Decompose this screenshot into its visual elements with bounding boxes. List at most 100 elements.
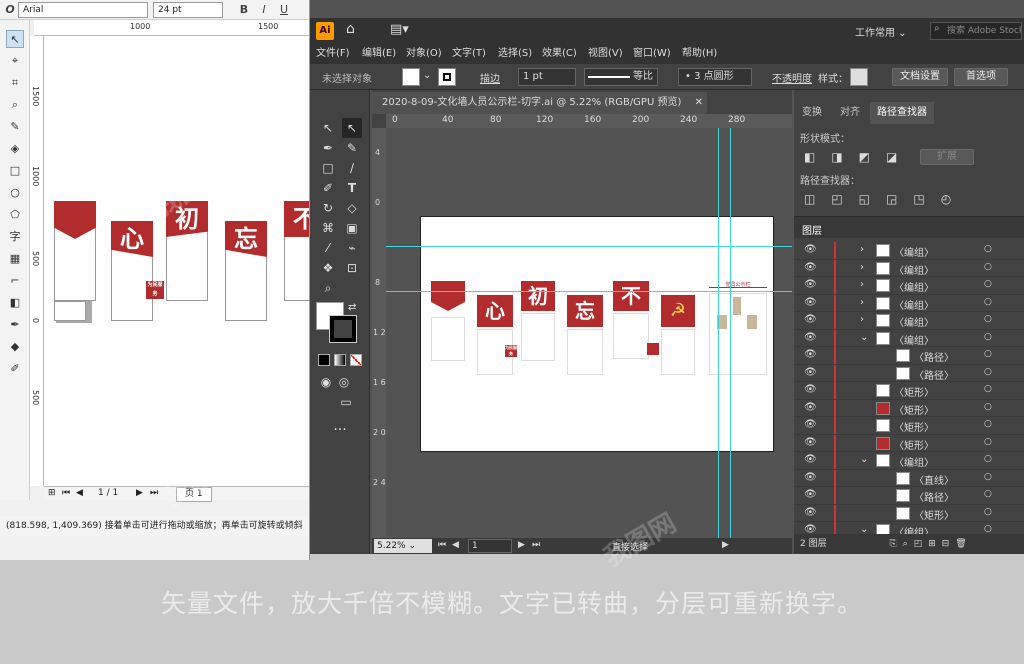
- layer-row[interactable]: 👁 〈路径〉 ○: [794, 364, 1024, 382]
- connector-tool-icon[interactable]: ⌐: [6, 272, 24, 290]
- eye-icon[interactable]: 👁: [804, 402, 817, 413]
- color-mode-icon[interactable]: [318, 354, 330, 366]
- more-tools-icon[interactable]: ···: [330, 420, 350, 440]
- menu-effect[interactable]: 效果(C): [542, 44, 577, 64]
- guide-horizontal[interactable]: [386, 291, 792, 292]
- layer-row[interactable]: 👁 › 〈编组〉 ○: [794, 312, 1024, 330]
- eye-icon[interactable]: 👁: [804, 367, 817, 378]
- zoom-tool-icon[interactable]: ⌕: [318, 278, 338, 298]
- none-mode-icon[interactable]: [350, 354, 362, 366]
- pathfinder-icons[interactable]: ◫◰◱◲◳◴: [804, 192, 967, 206]
- eye-icon[interactable]: 👁: [804, 454, 817, 465]
- font-name-select[interactable]: Arial: [18, 2, 148, 18]
- stroke-swatch[interactable]: [438, 68, 456, 86]
- menu-select[interactable]: 选择(S): [498, 44, 532, 64]
- tab-align[interactable]: 对齐: [832, 102, 868, 124]
- menu-type[interactable]: 文字(T): [452, 44, 486, 64]
- tab-transform[interactable]: 变换: [794, 102, 830, 124]
- add-page-icon[interactable]: ⊞: [48, 487, 56, 500]
- artboard-number-input[interactable]: 1: [468, 539, 512, 553]
- expand-arrow-icon[interactable]: ⌄: [860, 454, 868, 465]
- layer-row[interactable]: 👁 ⌄ 〈编组〉 ○: [794, 452, 1024, 470]
- close-tab-icon[interactable]: ✕: [695, 97, 703, 108]
- draw-normal-icon[interactable]: ◉: [316, 372, 336, 392]
- eye-icon[interactable]: 👁: [804, 262, 817, 273]
- eye-icon[interactable]: 👁: [804, 524, 817, 534]
- draw-behind-icon[interactable]: ◎: [334, 372, 354, 392]
- direct-selection-tool-icon[interactable]: ↖: [342, 118, 362, 138]
- tab-pathfinder[interactable]: 路径查找器: [870, 102, 934, 124]
- target-circle-icon[interactable]: ○: [984, 384, 992, 394]
- eye-icon[interactable]: 👁: [804, 244, 817, 255]
- pencil-tool-icon[interactable]: ✐: [318, 178, 338, 198]
- italic-button[interactable]: I: [256, 2, 272, 18]
- target-circle-icon[interactable]: ○: [984, 472, 992, 482]
- fill-dropdown-icon[interactable]: ⌄: [423, 70, 431, 81]
- status-menu-icon[interactable]: ▶: [722, 540, 729, 550]
- text-tool-icon[interactable]: 字: [6, 228, 24, 246]
- eye-icon[interactable]: 👁: [804, 349, 817, 360]
- workspace-switcher[interactable]: 工作常用 ⌄: [855, 24, 907, 39]
- brush-select[interactable]: • 3 点圆形: [678, 68, 752, 86]
- symbol-sprayer-icon[interactable]: ❖: [318, 258, 338, 278]
- pick-tool-icon[interactable]: ↖: [6, 30, 24, 48]
- table-tool-icon[interactable]: ▦: [6, 250, 24, 268]
- eye-icon[interactable]: 👁: [804, 437, 817, 448]
- layer-row[interactable]: 👁 › 〈编组〉 ○: [794, 294, 1024, 312]
- bold-button[interactable]: B: [236, 2, 252, 18]
- layer-action-icons[interactable]: ⎘⌕◰⊞⊟🗑: [889, 539, 972, 549]
- stroke-label[interactable]: 描边: [480, 70, 500, 85]
- underline-button[interactable]: U: [276, 2, 292, 18]
- expand-arrow-icon[interactable]: ›: [860, 297, 864, 308]
- guide-vertical[interactable]: [730, 128, 731, 538]
- shape-mode-icons[interactable]: ◧◨◩◪: [804, 150, 913, 164]
- target-circle-icon[interactable]: ○: [984, 419, 992, 429]
- document-setup-button[interactable]: 文档设置: [892, 68, 948, 86]
- expand-arrow-icon[interactable]: ⌄: [860, 524, 868, 534]
- layer-row[interactable]: 👁 ⌄ 〈编组〉 ○: [794, 329, 1024, 347]
- opacity-label[interactable]: 不透明度: [772, 70, 812, 85]
- target-circle-icon[interactable]: ○: [984, 332, 992, 342]
- eye-icon[interactable]: 👁: [804, 279, 817, 290]
- layer-row[interactable]: 👁 〈矩形〉 ○: [794, 417, 1024, 435]
- expand-arrow-icon[interactable]: ›: [860, 314, 864, 325]
- target-circle-icon[interactable]: ○: [984, 367, 992, 377]
- next-artboard-icon[interactable]: ▶: [518, 540, 525, 550]
- next-page-icon[interactable]: ▶: [136, 487, 143, 500]
- zoom-input[interactable]: 5.22% ⌄: [374, 539, 432, 553]
- target-circle-icon[interactable]: ○: [984, 314, 992, 324]
- layer-row[interactable]: 👁 〈矩形〉 ○: [794, 434, 1024, 452]
- guide-vertical[interactable]: [718, 128, 719, 538]
- menu-edit[interactable]: 编辑(E): [362, 44, 396, 64]
- eye-icon[interactable]: 👁: [804, 332, 817, 343]
- stroke-weight-input[interactable]: 1 pt: [518, 68, 576, 86]
- ellipse-tool-icon[interactable]: ○: [6, 184, 24, 202]
- target-circle-icon[interactable]: ○: [984, 437, 992, 447]
- layer-row[interactable]: 👁 › 〈编组〉 ○: [794, 259, 1024, 277]
- arrange-docs-icon[interactable]: ▤▾: [390, 22, 409, 37]
- pen-tool-icon[interactable]: ✒: [318, 138, 338, 158]
- eye-icon[interactable]: 👁: [804, 489, 817, 500]
- target-circle-icon[interactable]: ○: [984, 279, 992, 289]
- menu-view[interactable]: 视图(V): [588, 44, 623, 64]
- gradient-mode-icon[interactable]: [334, 354, 346, 366]
- rotate-tool-icon[interactable]: ↻: [318, 198, 338, 218]
- layer-row[interactable]: 👁 › 〈编组〉 ○: [794, 242, 1024, 260]
- guide-horizontal[interactable]: [386, 246, 792, 247]
- prev-artboard-icon[interactable]: ◀: [452, 540, 459, 550]
- last-artboard-icon[interactable]: ⏭: [532, 540, 540, 550]
- outline-tool-icon[interactable]: ✐: [6, 360, 24, 378]
- curvature-tool-icon[interactable]: ✎: [342, 138, 362, 158]
- layers-tab[interactable]: 图层: [802, 222, 822, 237]
- menu-object[interactable]: 对象(O): [406, 44, 442, 64]
- expand-arrow-icon[interactable]: ⌄: [860, 332, 868, 343]
- rectangle-tool-icon[interactable]: □: [318, 158, 338, 178]
- font-size-select[interactable]: 24 pt: [153, 2, 223, 18]
- target-circle-icon[interactable]: ○: [984, 349, 992, 359]
- blend-tool-icon[interactable]: ⌁: [342, 238, 362, 258]
- eyedropper-tool-icon[interactable]: ✒: [6, 316, 24, 334]
- stock-search-input[interactable]: 搜索 Adobe Stock: [930, 22, 1022, 40]
- selection-tool-icon[interactable]: ↖: [318, 118, 338, 138]
- type-tool-icon[interactable]: T: [342, 178, 362, 198]
- screen-mode-icon[interactable]: ▭: [336, 392, 356, 412]
